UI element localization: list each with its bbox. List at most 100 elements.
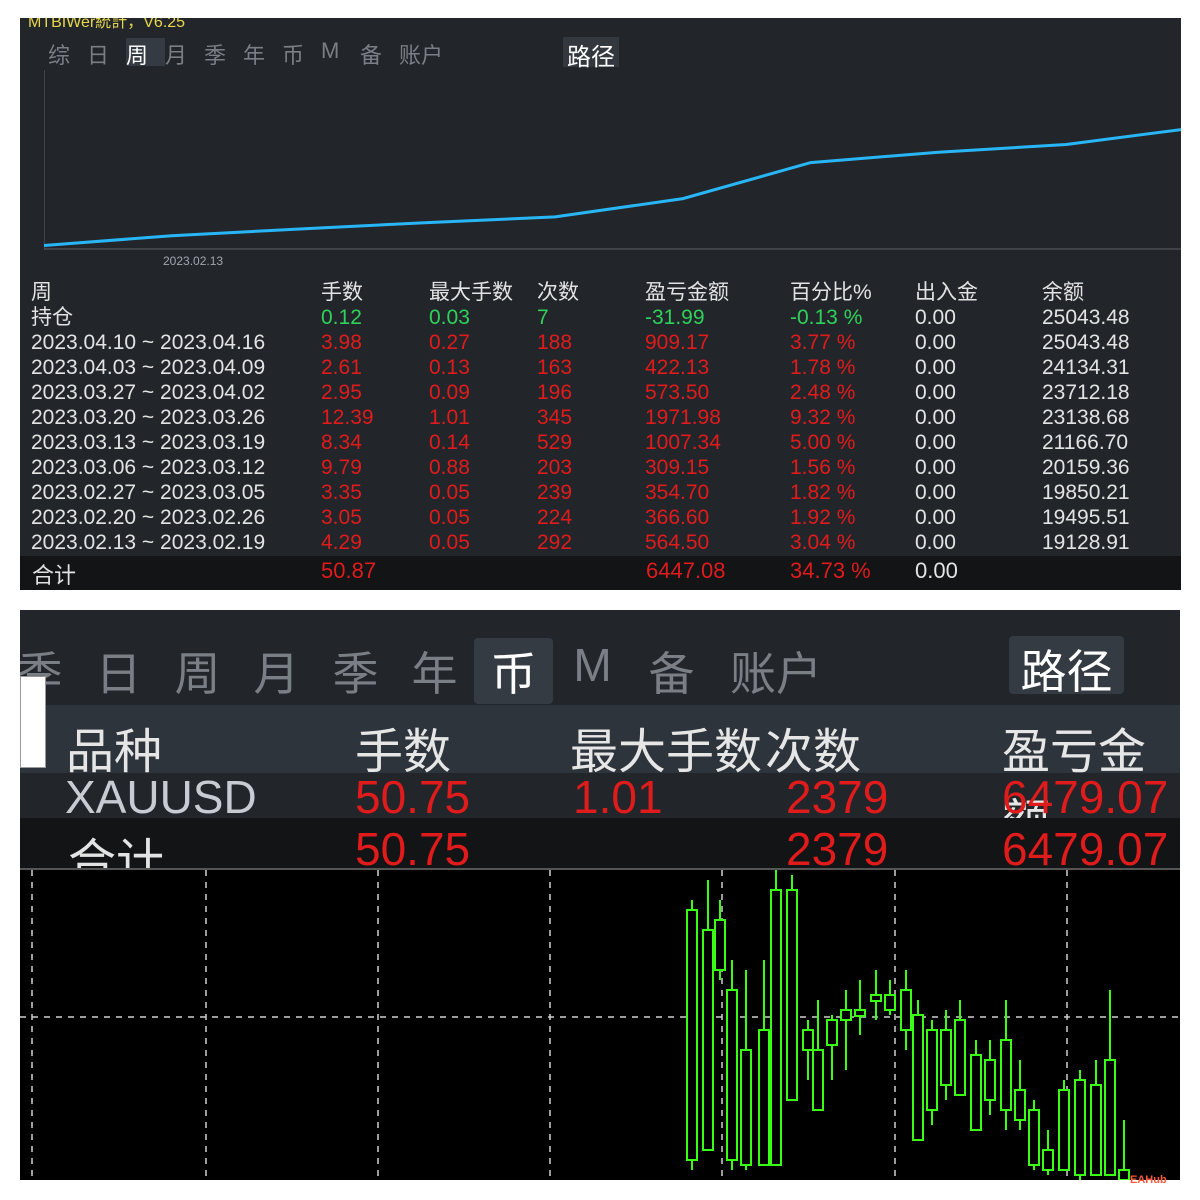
cell-period: 2023.03.27 ~ 2023.04.02 (31, 381, 266, 404)
watermark-logo: EAHub (1130, 1174, 1167, 1186)
cell-profit: 573.50 (645, 381, 710, 404)
candle-body (758, 1029, 770, 1166)
tab-currency[interactable]: 币 (282, 38, 321, 68)
cell-max-lots: 0.05 (429, 506, 470, 529)
candle-body (686, 909, 698, 1161)
cell-max-lots: 1.01 (429, 406, 470, 429)
cell-lots: 4.29 (321, 531, 362, 554)
header-max-lots: 最大手数 (429, 281, 513, 304)
tab-year[interactable]: 年 (243, 38, 282, 68)
cell-profit: 366.60 (645, 506, 710, 529)
table-row: 2023.03.06 ~ 2023.03.12 9.79 0.88 203 309.15… (31, 455, 1152, 480)
candle-body (954, 1019, 966, 1096)
cell-deposit: 0.00 (915, 381, 956, 404)
table-row: 2023.03.27 ~ 2023.04.02 2.95 0.09 196 573.50… (31, 380, 1152, 405)
cell-period: 2023.04.03 ~ 2023.04.09 (31, 356, 266, 379)
cell-period: 2023.03.20 ~ 2023.03.26 (31, 406, 266, 429)
cell-balance: 19850.21 (1042, 481, 1130, 504)
cell-max-lots: 0.88 (429, 456, 470, 479)
tab-day[interactable]: 日 (79, 638, 158, 704)
cell-percent: 1.82 % (790, 481, 856, 504)
path-button[interactable]: 路径 (563, 37, 619, 71)
position-profit: -31.99 (645, 306, 705, 329)
symbol-stats-panel: 季 日 周 月 季 年 币 M 备 账户 路径 品种 手数 最大手数 次数 盈亏… (20, 610, 1180, 1180)
tab-magic[interactable]: M (553, 638, 632, 704)
cell-count: 224 (537, 506, 573, 529)
total-percent: 34.73 % (790, 558, 871, 583)
table-row: 2023.03.20 ~ 2023.03.26 12.39 1.01 345 1971.… (31, 405, 1152, 430)
cell-balance: 21166.70 (1042, 431, 1129, 454)
tab-day[interactable]: 日 (87, 38, 126, 68)
cell-lots: 3.05 (321, 506, 362, 529)
total-deposit: 0.00 (915, 558, 958, 583)
total-row: 合计 50.87 6447.08 34.73 % 0.00 (20, 556, 1181, 590)
cell-count: 196 (537, 381, 573, 404)
tab-quarter[interactable]: 季 (316, 638, 395, 704)
symbol-profit: 6479.07 (1002, 771, 1169, 823)
cell-max-lots: 0.05 (429, 531, 470, 554)
cell-period: 2023.03.06 ~ 2023.03.12 (31, 456, 266, 479)
total-label: 合计 (32, 563, 77, 588)
candle-body (702, 929, 714, 1151)
cell-percent: 1.92 % (790, 506, 856, 529)
cell-count: 239 (537, 481, 573, 504)
weekly-stats-table: 周 手数 最大手数 次数 盈亏金额 百分比% 出入金 余额 持仓 0.12 0.… (31, 280, 1152, 555)
period-tabs: 综 日 周 月 季 年 币 M 备 账户 (48, 38, 469, 68)
cell-profit: 1971.98 (645, 406, 721, 429)
cell-deposit: 0.00 (915, 431, 956, 454)
cell-period: 2023.03.13 ~ 2023.03.19 (31, 431, 266, 454)
cell-lots: 3.35 (321, 481, 362, 504)
tab-note[interactable]: 备 (632, 638, 711, 704)
table-row: 2023.02.20 ~ 2023.02.26 3.05 0.05 224 366.60… (31, 505, 1152, 530)
candle-body (1058, 1089, 1070, 1171)
week-rows: 2023.04.10 ~ 2023.04.16 3.98 0.27 188 909.17… (31, 330, 1152, 555)
table-row: 2023.02.13 ~ 2023.02.19 4.29 0.05 292 564.50… (31, 530, 1152, 555)
cell-profit: 1007.34 (645, 431, 721, 454)
balance-curve-svg (44, 70, 1181, 250)
header-balance: 余额 (1042, 281, 1084, 304)
cell-deposit: 0.00 (915, 331, 956, 354)
cell-period: 2023.04.10 ~ 2023.04.16 (31, 331, 266, 354)
tab-currency[interactable]: 币 (474, 638, 553, 704)
candle-body (984, 1059, 996, 1101)
cell-period: 2023.02.27 ~ 2023.03.05 (31, 481, 266, 504)
cell-balance: 19128.91 (1042, 531, 1130, 554)
tab-note[interactable]: 备 (360, 38, 399, 68)
cell-percent: 2.48 % (790, 381, 856, 404)
price-chart (20, 870, 1180, 1180)
cell-percent: 1.56 % (790, 456, 856, 479)
path-button[interactable]: 路径 (1009, 636, 1124, 698)
cell-balance: 19495.51 (1042, 506, 1130, 529)
tab-month[interactable]: 月 (237, 638, 316, 704)
tab-account[interactable]: 账户 (711, 638, 841, 704)
period-tabs-zoomed: 季 日 周 月 季 年 币 M 备 账户 (20, 638, 841, 704)
tab-summary[interactable]: 综 (48, 38, 87, 68)
cell-percent: 3.77 % (790, 331, 856, 354)
tab-account[interactable]: 账户 (399, 38, 469, 68)
cell-max-lots: 0.05 (429, 481, 470, 504)
tab-week[interactable]: 周 (158, 638, 237, 704)
total-profit: 6447.08 (646, 558, 726, 583)
table-row: 2023.02.27 ~ 2023.03.05 3.35 0.05 239 354.70… (31, 480, 1152, 505)
tab-quarter[interactable]: 季 (204, 38, 243, 68)
tab-year[interactable]: 年 (395, 638, 474, 704)
candle-body (740, 1049, 752, 1166)
cell-profit: 422.13 (645, 356, 710, 379)
cell-period: 2023.02.20 ~ 2023.02.26 (31, 506, 266, 529)
candle-body (1090, 1084, 1102, 1176)
overlay-box (20, 676, 46, 768)
balance-curve-chart (44, 70, 1181, 270)
candle-body (1014, 1089, 1026, 1121)
candle-body (912, 1014, 924, 1141)
tab-week[interactable]: 周 (126, 38, 165, 68)
position-max-lots: 0.03 (429, 306, 470, 329)
cell-count: 345 (537, 406, 573, 429)
candle-body (1118, 1169, 1130, 1180)
candle-body (870, 994, 882, 1002)
tab-month[interactable]: 月 (165, 38, 204, 68)
tab-magic[interactable]: M (321, 38, 360, 66)
table-row: 2023.03.13 ~ 2023.03.19 8.34 0.14 529 1007.3… (31, 430, 1152, 455)
symbol-name: XAUUSD (65, 771, 257, 823)
candle-body (926, 1029, 938, 1111)
cell-balance: 24134.31 (1042, 356, 1130, 379)
